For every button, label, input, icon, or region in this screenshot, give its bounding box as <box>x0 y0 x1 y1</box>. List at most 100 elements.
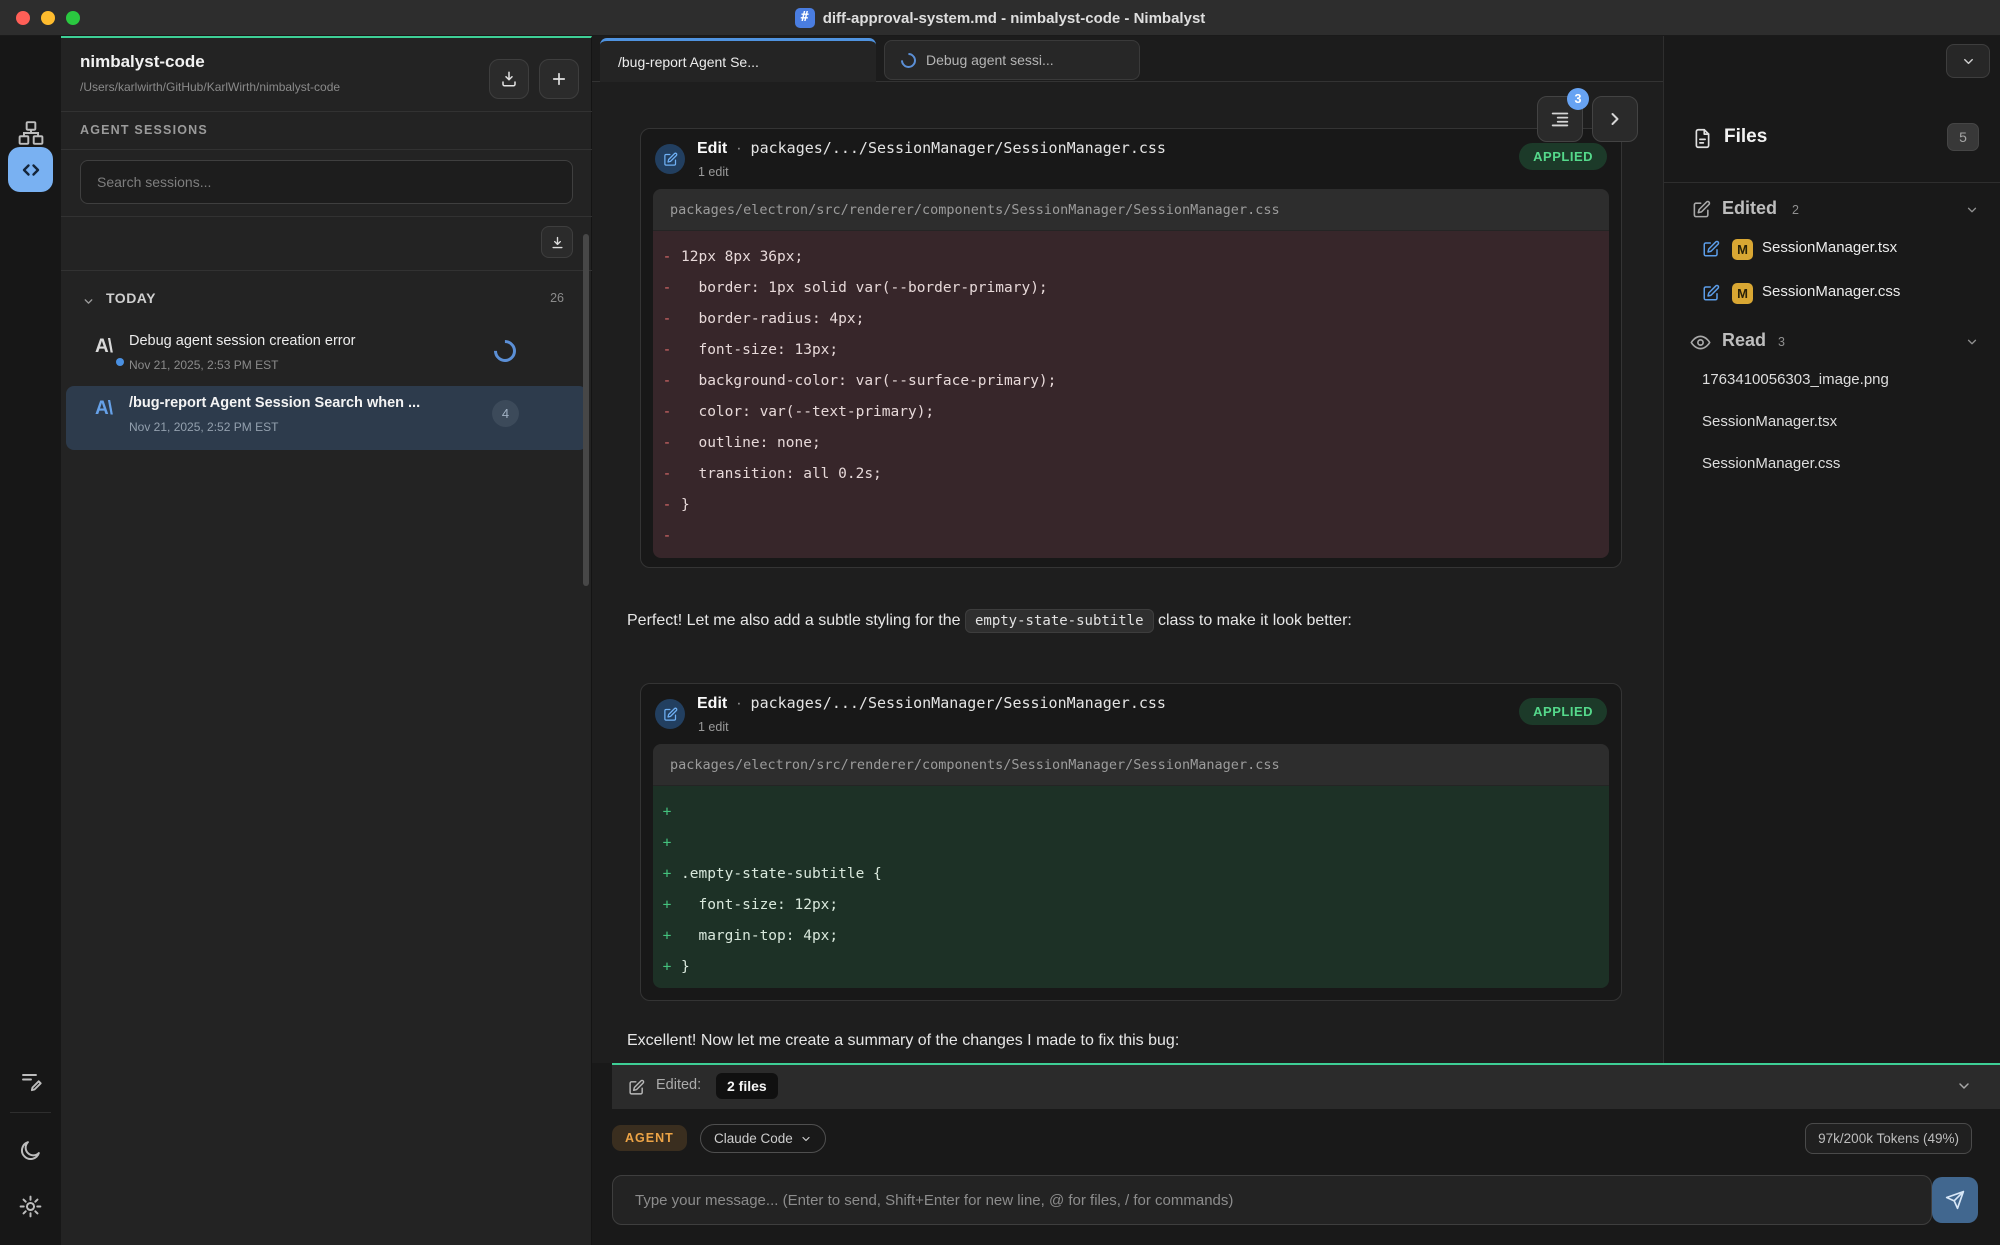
diff-line: } <box>681 497 690 513</box>
diff-line: color: var(--text-primary); <box>681 404 934 420</box>
edit-count: 1 edit <box>698 720 729 734</box>
model-selector[interactable]: Claude Code <box>700 1124 826 1153</box>
project-name: nimbalyst-code <box>80 52 205 72</box>
diff-line: border: 1px solid var(--border-primary); <box>681 280 1048 296</box>
applied-badge: APPLIED <box>1519 143 1607 170</box>
divider <box>61 149 592 150</box>
edited-file-item[interactable]: M SessionManager.css <box>1664 278 2000 312</box>
chevron-down-icon <box>1965 335 1979 349</box>
code-sessions-nav-button[interactable] <box>8 147 53 192</box>
divider <box>61 216 592 217</box>
session-date: Nov 21, 2025, 2:52 PM EST <box>129 420 278 434</box>
send-button[interactable] <box>1932 1177 1978 1223</box>
workflow-icon[interactable] <box>0 120 61 146</box>
activity-rail <box>0 36 61 1245</box>
import-session-button[interactable] <box>489 59 529 99</box>
diff-marker: + <box>653 835 681 851</box>
edited-files-bar[interactable]: Edited: 2 files <box>612 1063 2000 1109</box>
assistant-message: Perfect! Let me also add a subtle stylin… <box>627 612 1627 630</box>
theme-moon-icon[interactable] <box>0 1138 61 1163</box>
rail-divider <box>10 1112 51 1113</box>
chevron-down-icon <box>82 295 95 308</box>
modified-badge: M <box>1732 239 1753 260</box>
divider <box>1664 182 2000 183</box>
model-name: Claude Code <box>714 1131 793 1146</box>
compose-icon[interactable] <box>0 1069 61 1093</box>
message-text: Perfect! Let me also add a subtle stylin… <box>627 612 965 629</box>
message-input[interactable] <box>613 1176 1931 1224</box>
next-button[interactable] <box>1592 96 1638 142</box>
document-icon: # <box>795 8 815 28</box>
applied-badge: APPLIED <box>1519 698 1607 725</box>
read-section-header[interactable]: Read 3 <box>1664 328 2000 362</box>
settings-gear-icon[interactable] <box>0 1194 61 1219</box>
session-item-debug[interactable]: A\ Debug agent session creation error No… <box>66 324 587 388</box>
edited-file-item[interactable]: M SessionManager.tsx <box>1664 234 2000 268</box>
composer-area: Edited: 2 files AGENT Claude Code 97k/20… <box>592 1063 2000 1245</box>
session-date: Nov 21, 2025, 2:53 PM EST <box>129 358 278 372</box>
outline-button[interactable]: 3 <box>1537 96 1583 142</box>
tab-debug-agent[interactable]: Debug agent sessi... <box>884 40 1140 80</box>
tab-label: /bug-report Agent Se... <box>618 54 759 70</box>
tool-name: Edit <box>697 140 727 158</box>
message-input-box <box>612 1175 1932 1225</box>
arrow-down-icon <box>550 235 565 250</box>
outline-count-badge: 3 <box>1567 88 1589 110</box>
diff-line: background-color: var(--surface-primary)… <box>681 373 1056 389</box>
diff-marker: - <box>653 466 681 482</box>
files-title: Files <box>1724 126 1767 148</box>
read-file-item[interactable]: SessionManager.css <box>1702 455 1992 485</box>
session-item-bug-report[interactable]: A\ /bug-report Agent Session Search when… <box>66 386 587 450</box>
read-file-item[interactable]: 1763410056303_image.png <box>1702 371 1992 401</box>
tool-name: Edit <box>697 695 727 713</box>
tab-bug-report[interactable]: /bug-report Agent Se... <box>600 38 876 82</box>
project-path: /Users/karlwirth/GitHub/KarlWirth/nimbal… <box>80 80 340 94</box>
agent-sessions-label: AGENT SESSIONS <box>80 123 208 137</box>
tab-label: Debug agent sessi... <box>926 52 1054 68</box>
edit-pencil-icon <box>655 699 685 729</box>
file-name: SessionManager.tsx <box>1762 239 1897 256</box>
eye-icon <box>1690 332 1711 353</box>
paper-plane-icon <box>1945 1190 1965 1210</box>
today-count: 26 <box>550 291 564 305</box>
chevron-down-icon <box>800 1133 812 1145</box>
panel-dropdown-button[interactable] <box>1946 44 1990 78</box>
diff-block: packages/electron/src/renderer/component… <box>653 744 1609 988</box>
file-path-bar: packages/electron/src/renderer/component… <box>653 189 1609 231</box>
edit-pencil-icon <box>1692 200 1711 219</box>
titlebar: # diff-approval-system.md - nimbalyst-co… <box>0 0 2000 36</box>
sidebar-scrollbar[interactable] <box>583 234 589 586</box>
separator: · <box>736 140 741 158</box>
tool-target: packages/.../SessionManager/SessionManag… <box>751 694 1166 712</box>
new-session-button[interactable] <box>539 59 579 99</box>
scroll-to-bottom-button[interactable] <box>541 226 573 258</box>
chevron-right-icon <box>1605 109 1625 129</box>
file-icon <box>1692 128 1713 149</box>
session-title: Debug agent session creation error <box>129 333 356 349</box>
edit-count: 1 edit <box>698 165 729 179</box>
diff-marker: + <box>653 897 681 913</box>
read-count: 3 <box>1778 335 1785 349</box>
edited-section-header[interactable]: Edited 2 <box>1664 196 2000 230</box>
file-name: SessionManager.css <box>1762 283 1900 300</box>
search-sessions-input[interactable] <box>81 161 572 203</box>
today-group-header[interactable]: TODAY 26 <box>61 282 592 320</box>
edited-files-chip: 2 files <box>716 1073 778 1099</box>
edit-card-header[interactable]: Edit · packages/.../SessionManager/Sessi… <box>641 684 1621 744</box>
diff-line: outline: none; <box>681 435 821 451</box>
diff-line: border-radius: 4px; <box>681 311 864 327</box>
edit-pencil-icon <box>1702 240 1720 258</box>
separator: · <box>736 695 741 713</box>
diff-marker: - <box>653 249 681 265</box>
diff-marker: - <box>653 280 681 296</box>
session-count-badge: 4 <box>492 400 519 427</box>
claude-icon: A\ <box>95 398 112 420</box>
loading-spinner-icon <box>489 335 520 366</box>
edit-card-header[interactable]: Edit · packages/.../SessionManager/Sessi… <box>641 129 1621 189</box>
message-text: class to make it look better: <box>1154 612 1352 629</box>
search-sessions-box <box>80 160 573 204</box>
chevron-down-icon[interactable] <box>1956 1078 1972 1094</box>
read-file-item[interactable]: SessionManager.tsx <box>1702 413 1992 443</box>
edit-pencil-icon <box>1702 284 1720 302</box>
window-title: diff-approval-system.md - nimbalyst-code… <box>823 10 1206 27</box>
